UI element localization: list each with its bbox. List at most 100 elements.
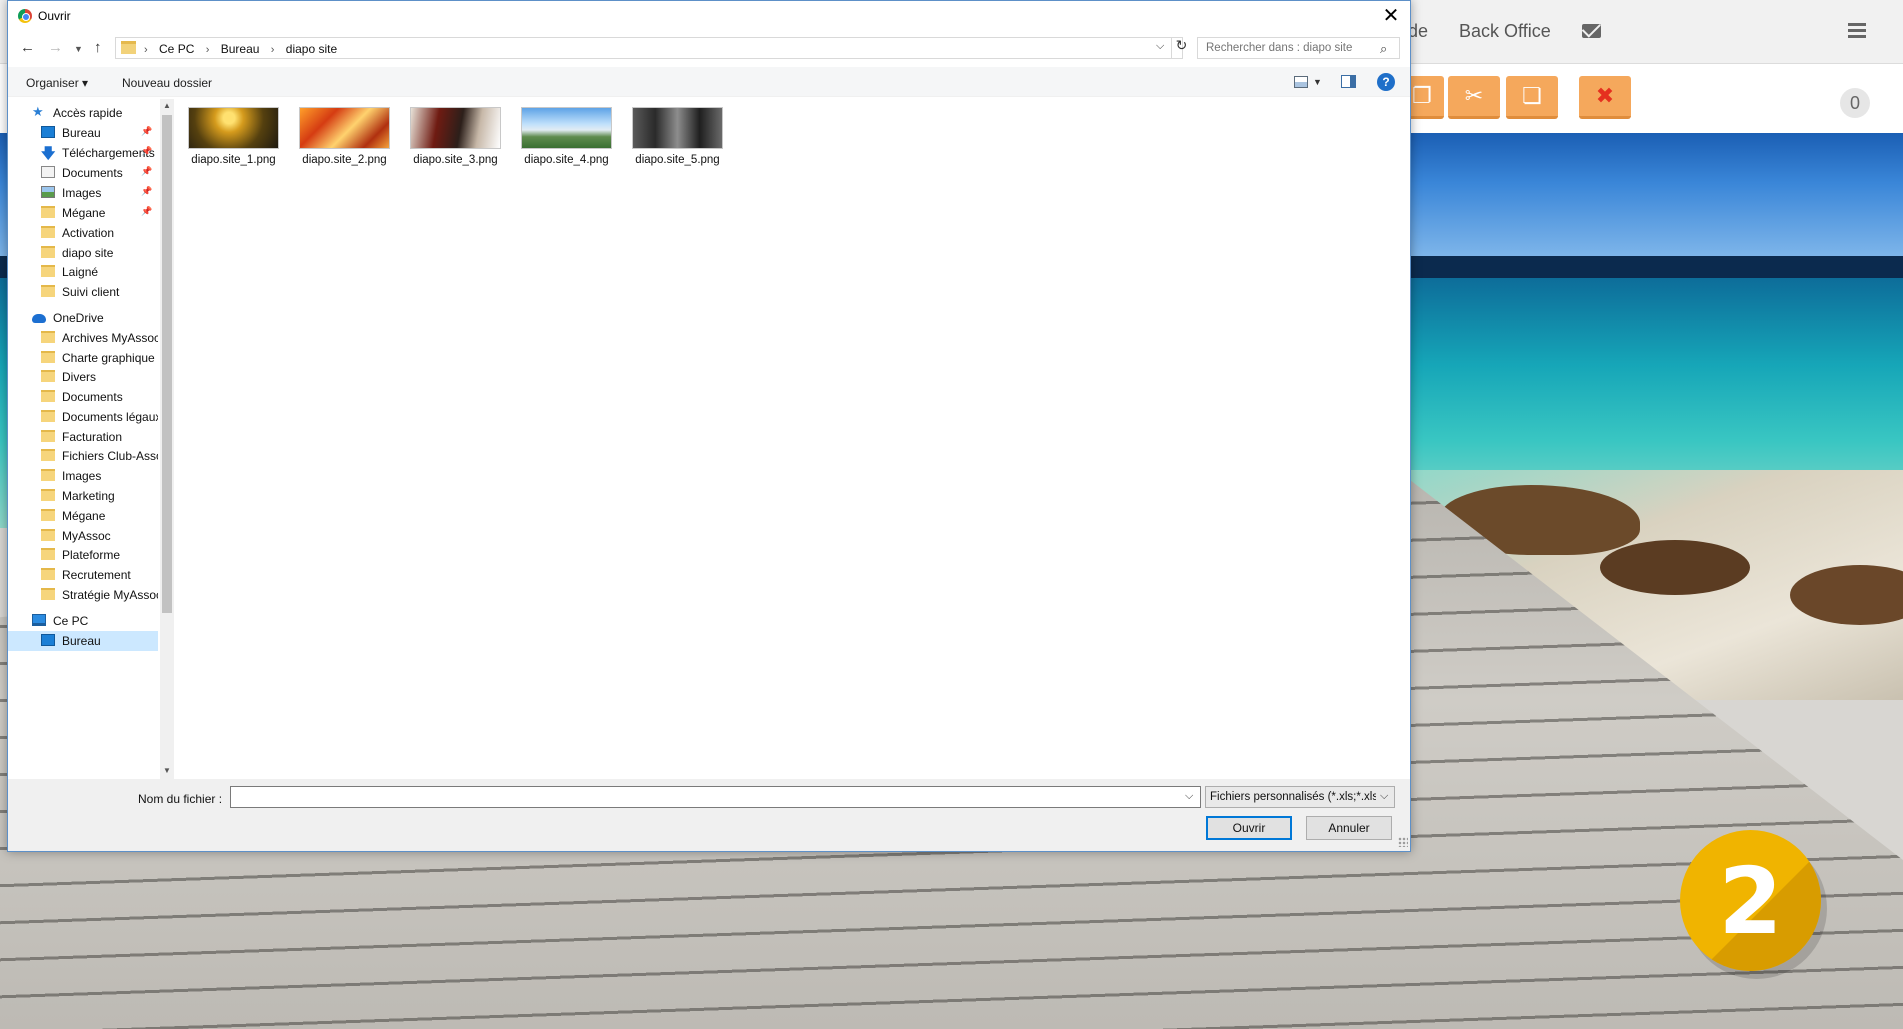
nav-quick-access[interactable]: ★ Accès rapide (8, 103, 158, 123)
desktop-icon (41, 126, 55, 138)
file-name: diapo.site_1.png (191, 154, 276, 166)
menu-icon[interactable] (1848, 23, 1866, 39)
address-row: ← → ▼ ↑ › Ce PC › Bureau › diapo site ⌵ … (8, 35, 1410, 63)
nav-item-bureau[interactable]: Bureau 📌 (8, 123, 158, 143)
nav-item-onedrive-folder[interactable]: Images (8, 466, 158, 486)
nav-label: Plateforme (62, 548, 121, 562)
folder-icon (41, 430, 55, 442)
breadcrumb-item-desktop[interactable]: Bureau (221, 42, 260, 56)
nav-item-onedrive-folder[interactable]: Marketing (8, 486, 158, 506)
refresh-icon[interactable]: ↻ (1171, 37, 1191, 59)
nav-item-downloads[interactable]: 🡇 Téléchargements 📌 (8, 143, 158, 163)
dialog-close-button[interactable]: ✕ (1380, 5, 1402, 27)
nav-this-pc[interactable]: Ce PC (8, 611, 158, 631)
folder-icon (41, 529, 55, 541)
nav-label: MyAssoc (62, 529, 111, 543)
delete-button[interactable]: ✖ (1579, 76, 1631, 119)
scroll-up-icon[interactable]: ▲ (163, 101, 171, 110)
scrollbar-thumb[interactable] (162, 115, 172, 613)
file-item[interactable]: diapo.site_1.png (178, 107, 279, 169)
file-item[interactable]: diapo.site_2.png (289, 107, 390, 169)
breadcrumb-item-diapo-site[interactable]: diapo site (286, 42, 337, 56)
nav-item-laigne[interactable]: Laigné (8, 262, 158, 282)
nav-item-onedrive-folder[interactable]: MyAssoc (8, 526, 158, 546)
breadcrumb-separator: › (144, 44, 148, 56)
file-type-select[interactable]: Fichiers personnalisés (*.xls;*.xlsx) ⌵ (1205, 786, 1395, 808)
folder-icon (41, 449, 55, 461)
document-icon (41, 166, 55, 178)
nav-label: Documents (62, 166, 123, 180)
chevron-down-icon[interactable]: ⌵ (1185, 790, 1193, 803)
breadcrumb-separator: › (270, 44, 275, 56)
nav-item-onedrive-folder[interactable]: Facturation (8, 427, 158, 447)
computer-icon (32, 614, 46, 626)
paste-button[interactable]: ❏ (1506, 76, 1558, 119)
nav-item-onedrive-folder[interactable]: Archives MyAssoc (8, 328, 158, 348)
nav-item-suivi-client[interactable]: Suivi client (8, 282, 158, 302)
search-icon[interactable]: ⌕ (1380, 41, 1387, 57)
recent-locations-chevron-icon[interactable]: ▼ (74, 44, 83, 54)
nav-item-onedrive-folder[interactable]: Fichiers Club-Asso (8, 446, 158, 466)
preview-pane-icon[interactable] (1341, 75, 1356, 88)
nav-item-onedrive-folder[interactable]: Plateforme (8, 545, 158, 565)
nav-item-this-pc-bureau[interactable]: Bureau (8, 631, 158, 651)
nav-item-activation[interactable]: Activation (8, 223, 158, 243)
scissors-icon: ✂ (1464, 83, 1484, 108)
forward-arrow-icon[interactable]: → (48, 39, 63, 56)
nav-item-onedrive-folder[interactable]: Divers (8, 367, 158, 387)
filename-input[interactable] (231, 787, 1179, 807)
resize-grip[interactable] (1398, 837, 1408, 847)
scroll-down-icon[interactable]: ▼ (163, 766, 171, 775)
nav-label: Images (62, 186, 102, 200)
view-mode-icon[interactable] (1294, 76, 1308, 88)
file-item[interactable]: diapo.site_5.png (622, 107, 723, 169)
nav-link-back-office[interactable]: Back Office (1459, 21, 1551, 42)
chrome-icon (18, 9, 32, 23)
navigation-scrollbar[interactable]: ▲ ▼ (160, 99, 174, 779)
nav-item-onedrive-folder[interactable]: Documents légaux (8, 407, 158, 427)
folder-icon (41, 410, 55, 422)
file-item[interactable]: diapo.site_3.png (400, 107, 501, 169)
nav-item-onedrive-folder[interactable]: Mégane (8, 506, 158, 526)
folder-icon (41, 206, 55, 218)
nav-item-documents[interactable]: Documents 📌 (8, 163, 158, 183)
new-folder-button[interactable]: Nouveau dossier (122, 76, 212, 90)
nav-label: Accès rapide (53, 106, 123, 120)
close-icon: ✖ (1595, 83, 1615, 108)
breadcrumb-item-this-pc[interactable]: Ce PC (159, 42, 194, 56)
image-thumbnail (632, 107, 723, 149)
up-arrow-icon[interactable]: ↑ (94, 39, 102, 56)
view-mode-chevron-icon[interactable]: ▼ (1313, 77, 1322, 87)
nav-item-onedrive-folder[interactable]: Recrutement (8, 565, 158, 585)
help-icon[interactable]: ? (1377, 73, 1395, 91)
folder-icon (41, 351, 55, 363)
cancel-button[interactable]: Annuler (1306, 816, 1392, 840)
command-bar: Organiser ▾ Nouveau dossier ▼ ? (8, 67, 1410, 97)
nav-item-onedrive-folder[interactable]: Documents (8, 387, 158, 407)
nav-onedrive[interactable]: OneDrive (8, 308, 158, 328)
file-list[interactable]: diapo.site_1.png diapo.site_2.png diapo.… (178, 101, 1398, 779)
organize-menu-button[interactable]: Organiser ▾ (26, 76, 88, 90)
address-bar[interactable]: › Ce PC › Bureau › diapo site ⌵ (115, 37, 1183, 59)
dialog-title: Ouvrir (38, 9, 71, 23)
mail-icon[interactable] (1582, 24, 1601, 38)
nav-label: OneDrive (53, 311, 104, 325)
nav-item-images[interactable]: Images 📌 (8, 183, 158, 203)
cut-button[interactable]: ✂ (1448, 76, 1500, 119)
nav-label: Mégane (62, 509, 106, 523)
address-dropdown-icon[interactable]: ⌵ (1156, 40, 1164, 53)
nav-item-megane[interactable]: Mégane 📌 (8, 203, 158, 223)
open-button[interactable]: Ouvrir (1206, 816, 1292, 840)
nav-item-diapo-site[interactable]: diapo site (8, 243, 158, 263)
back-arrow-icon[interactable]: ← (20, 39, 35, 56)
nav-label: Activation (62, 226, 115, 240)
file-item[interactable]: diapo.site_4.png (511, 107, 612, 169)
nav-item-onedrive-folder[interactable]: Stratégie MyAssoc (8, 585, 158, 605)
nav-item-onedrive-folder[interactable]: Charte graphique (8, 348, 158, 368)
folder-icon (41, 370, 55, 382)
nav-label: Marketing (62, 489, 115, 503)
nav-link-partial[interactable]: de (1408, 21, 1428, 42)
search-input[interactable] (1198, 38, 1373, 58)
dialog-titlebar[interactable]: Ouvrir ✕ (8, 1, 1410, 31)
chevron-down-icon: ⌵ (1380, 790, 1389, 802)
